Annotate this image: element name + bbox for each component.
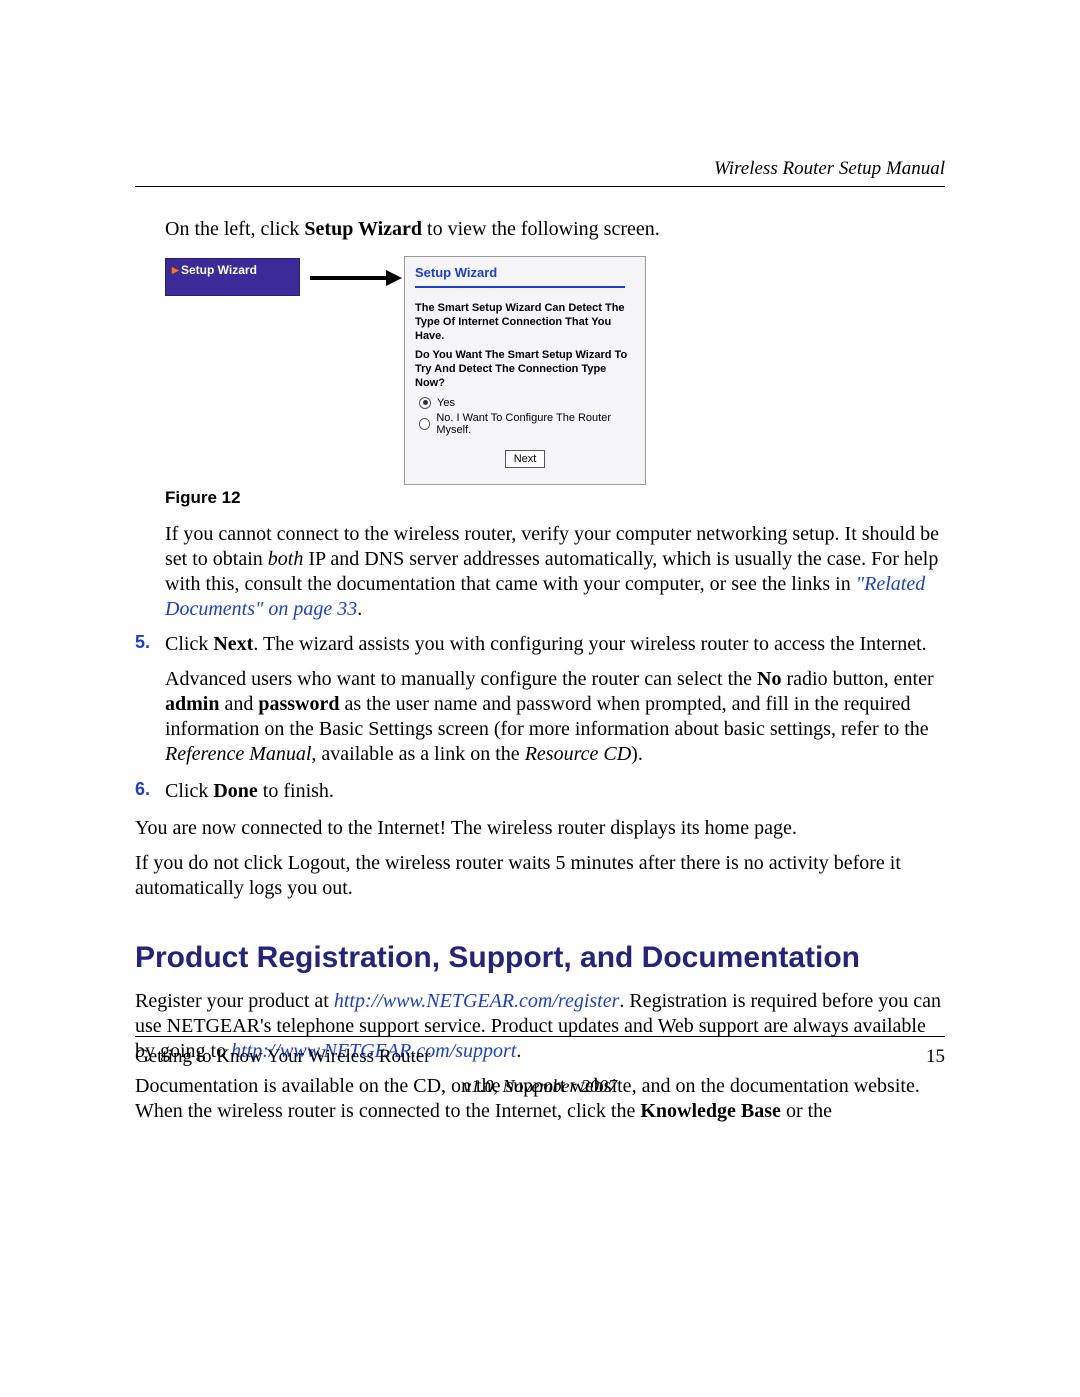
running-head: Wireless Router Setup Manual [135, 158, 945, 180]
panel-text-2: Do You Want The Smart Setup Wizard To Tr… [415, 349, 635, 390]
setup-wizard-panel: Setup Wizard The Smart Setup Wizard Can … [404, 256, 646, 485]
text: , available as a link on the [311, 743, 524, 765]
text-bold: No [757, 668, 781, 690]
radio-no-label: No. I Want To Configure The Router Mysel… [436, 412, 635, 436]
panel-title: Setup Wizard [415, 265, 635, 280]
panel-rule [415, 286, 625, 288]
intro-bold: Setup Wizard [304, 218, 422, 240]
text: . [516, 1040, 521, 1062]
radio-no[interactable]: No. I Want To Configure The Router Mysel… [419, 412, 635, 436]
intro-post: to view the following screen. [422, 218, 660, 240]
text-bold: admin [165, 693, 219, 715]
figure-caption: Figure 12 [165, 488, 945, 508]
text: Register your product at [135, 990, 334, 1012]
text-italic: Resource CD [525, 743, 631, 765]
footer-page-number: 15 [926, 1046, 945, 1068]
footer-version: v1.0, November 2007 [0, 1076, 1080, 1097]
step-6: 6. Click Done to finish. [135, 779, 945, 804]
figure-12: ▸Setup Wizard Setup Wizard The Smart Set… [165, 256, 945, 476]
panel-text-1: The Smart Setup Wizard Can Detect The Ty… [415, 302, 635, 343]
cannot-connect-paragraph: If you cannot connect to the wireless ro… [165, 522, 945, 622]
section-heading: Product Registration, Support, and Docum… [135, 941, 945, 975]
text-bold: password [258, 693, 339, 715]
text: or the [781, 1100, 832, 1122]
radio-yes-label: Yes [437, 397, 455, 409]
text: Click [165, 633, 213, 655]
text-bold: Knowledge Base [640, 1100, 781, 1122]
text: and [219, 693, 258, 715]
step-number: 6. [135, 779, 150, 800]
text: to finish. [258, 780, 334, 802]
bullet-icon: ▸ [172, 263, 181, 277]
connected-paragraph: You are now connected to the Internet! T… [135, 816, 945, 841]
next-button[interactable]: Next [505, 450, 546, 468]
intro-paragraph: On the left, click Setup Wizard to view … [165, 217, 945, 242]
text-italic: Reference Manual [165, 743, 311, 765]
text: ). [631, 743, 643, 765]
text: Click [165, 780, 213, 802]
header-rule [135, 186, 945, 187]
step-5: 5. Click Next. The wizard assists you wi… [135, 632, 945, 767]
text: Advanced users who want to manually conf… [165, 668, 757, 690]
register-link[interactable]: http://www.NETGEAR.com/register [334, 990, 620, 1012]
intro-pre: On the left, click [165, 218, 304, 240]
arrow-icon [310, 273, 404, 283]
footer-rule [135, 1036, 945, 1037]
radio-icon [419, 397, 431, 409]
step-number: 5. [135, 632, 150, 653]
setup-wizard-nav-item[interactable]: ▸Setup Wizard [165, 258, 300, 296]
nav-label: Setup Wizard [181, 263, 257, 277]
text: radio button, enter [781, 668, 933, 690]
radio-yes[interactable]: Yes [419, 397, 635, 409]
footer-left: Getting to Know Your Wireless Router [135, 1046, 430, 1068]
text: . The wizard assists you with configurin… [253, 633, 926, 655]
text-italic: both [268, 548, 304, 570]
text-bold: Next [213, 633, 253, 655]
text-bold: Done [213, 780, 257, 802]
logout-paragraph: If you do not click Logout, the wireless… [135, 851, 945, 901]
text: . [357, 598, 362, 620]
radio-icon [419, 418, 430, 430]
